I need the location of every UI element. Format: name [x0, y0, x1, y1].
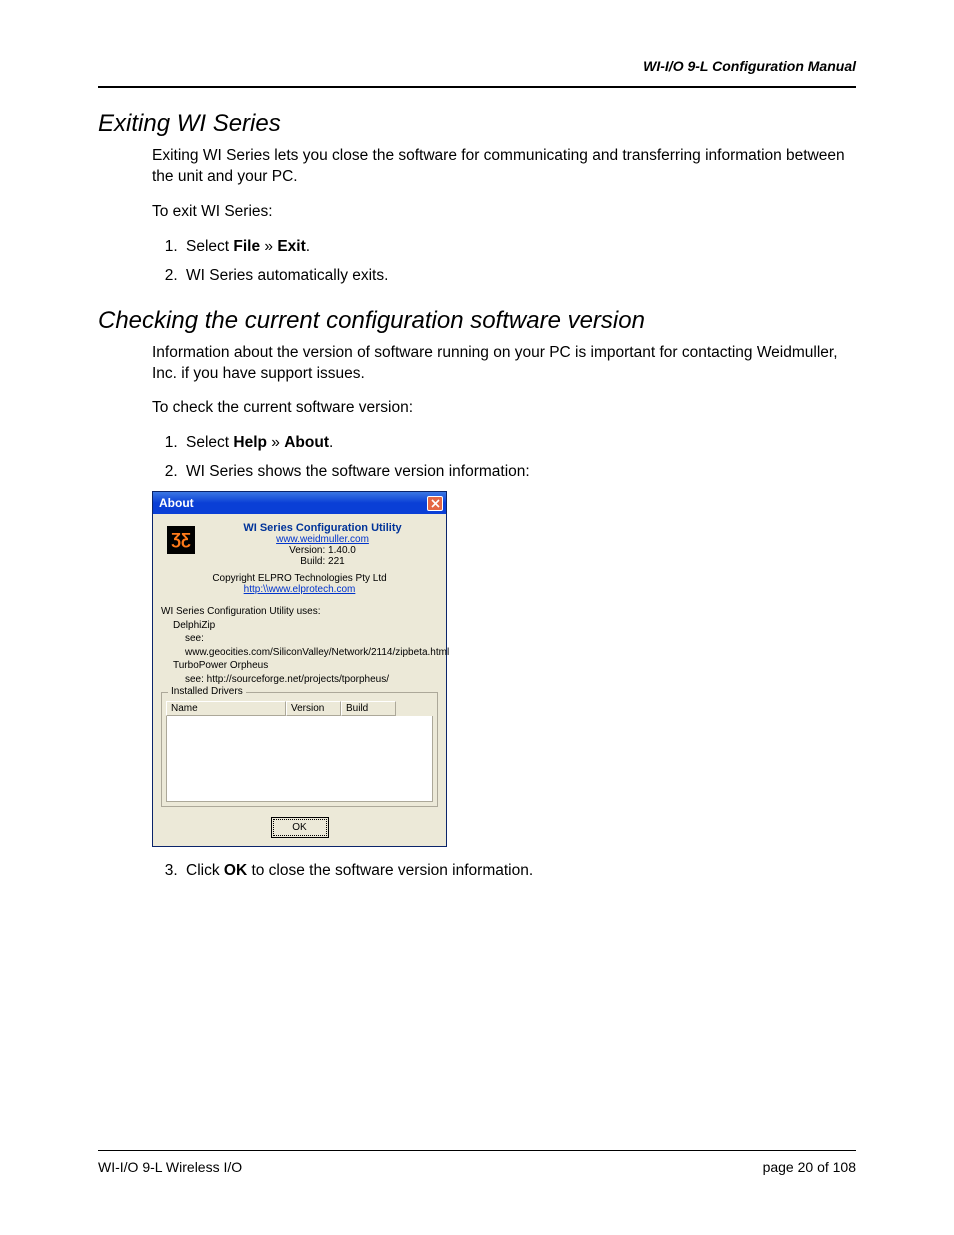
body-text: To check the current software version:: [152, 398, 856, 419]
step-item: Select Help » About.: [182, 433, 856, 454]
step-text: .: [329, 434, 333, 451]
footer-right: page 20 of 108: [763, 1159, 856, 1175]
col-version[interactable]: Version: [286, 701, 341, 716]
header-rule: [98, 86, 856, 88]
app-title: WI Series Configuration Utility: [207, 522, 438, 534]
body-text: To exit WI Series:: [152, 202, 856, 223]
version-text: Version: 1.40.0: [207, 545, 438, 556]
app-logo: ƷƸ: [167, 526, 195, 554]
uses-label: WI Series Configuration Utility uses:: [161, 605, 438, 619]
step-item: WI Series shows the software version inf…: [182, 462, 856, 483]
footer-left: WI-I/O 9-L Wireless I/O: [98, 1159, 242, 1175]
step-text: Select: [186, 238, 233, 255]
step-text: »: [260, 238, 277, 255]
step-text: Select: [186, 434, 233, 451]
col-name[interactable]: Name: [166, 701, 286, 716]
section-heading-checking: Checking the current configuration softw…: [98, 307, 856, 335]
close-icon: [431, 499, 440, 508]
drivers-list[interactable]: [166, 716, 433, 802]
step-text: Click: [186, 862, 224, 879]
step-bold: Exit: [277, 238, 305, 255]
drivers-header[interactable]: Name Version Build: [166, 701, 433, 716]
step-text: to close the software version informatio…: [247, 862, 533, 879]
step-item: Select File » Exit.: [182, 237, 856, 258]
step-item: WI Series automatically exits.: [182, 266, 856, 287]
installed-drivers-group: Installed Drivers Name Version Build: [161, 692, 438, 807]
close-button[interactable]: [427, 496, 443, 511]
build-text: Build: 221: [207, 556, 438, 567]
col-build[interactable]: Build: [341, 701, 396, 716]
elpro-link[interactable]: http:\\www.elprotech.com: [244, 584, 356, 595]
uses-item: DelphiZip: [173, 619, 438, 633]
step-item: Click OK to close the software version i…: [182, 861, 856, 882]
step-text: »: [267, 434, 284, 451]
about-dialog: About ƷƸ WI Series Configuration Utility…: [152, 491, 447, 847]
step-bold: File: [233, 238, 260, 255]
header-title: WI-I/O 9-L Configuration Manual: [98, 58, 856, 74]
dialog-titlebar[interactable]: About: [153, 492, 446, 514]
dialog-title: About: [159, 496, 194, 510]
step-text: .: [306, 238, 310, 255]
footer-rule: [98, 1150, 856, 1151]
body-text: Information about the version of softwar…: [152, 343, 856, 385]
ok-button[interactable]: OK: [273, 819, 327, 836]
vendor-link[interactable]: www.weidmuller.com: [276, 534, 369, 545]
step-bold: Help: [233, 434, 267, 451]
section-heading-exiting: Exiting WI Series: [98, 110, 856, 138]
step-bold: About: [284, 434, 329, 451]
copyright-text: Copyright ELPRO Technologies Pty Ltd: [161, 573, 438, 584]
drivers-legend: Installed Drivers: [168, 686, 246, 697]
logo-glyph: ƷƸ: [171, 532, 191, 548]
uses-item: TurboPower Orpheus: [173, 659, 438, 673]
step-bold: OK: [224, 862, 247, 879]
body-text: Exiting WI Series lets you close the sof…: [152, 146, 856, 188]
uses-see: see: www.geocities.com/SiliconValley/Net…: [185, 632, 438, 659]
uses-see: see: http://sourceforge.net/projects/tpo…: [185, 673, 438, 687]
